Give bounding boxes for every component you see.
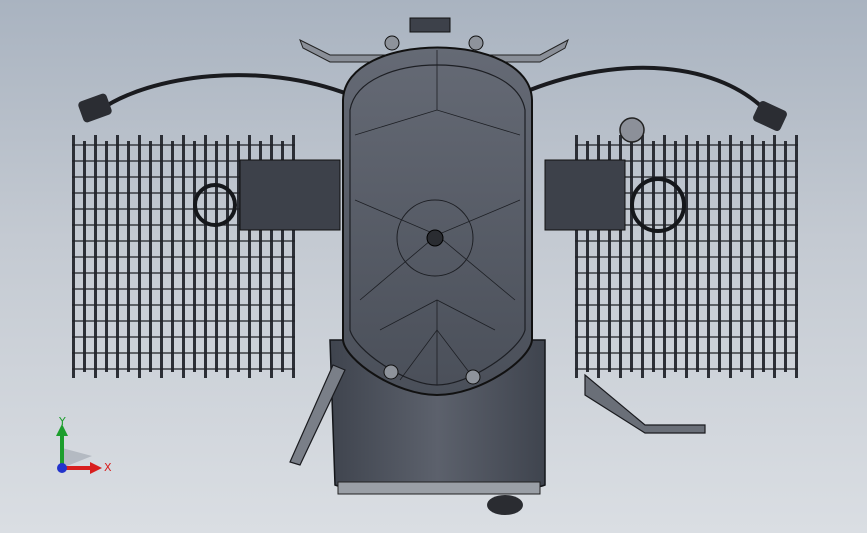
cover-center-bolt <box>426 229 444 247</box>
right-head-block <box>544 159 626 231</box>
3d-viewport[interactable]: Y X <box>0 0 867 533</box>
cover-bolt-2 <box>468 35 484 51</box>
coordinate-triad[interactable]: Y X <box>48 412 118 482</box>
y-axis-label: Y <box>59 415 66 428</box>
oil-drain <box>487 495 523 515</box>
z-axis-dot <box>57 463 67 473</box>
front-timing-cover <box>342 46 533 397</box>
top-cap <box>409 17 451 33</box>
left-head-block <box>239 159 341 231</box>
left-spark-plug-boot <box>78 93 112 123</box>
cover-bolt-1 <box>384 35 400 51</box>
x-axis-label: X <box>104 461 112 474</box>
oil-pan <box>337 481 541 495</box>
engine-model[interactable] <box>0 0 867 533</box>
right-pulley <box>619 117 645 143</box>
right-spark-cable <box>529 65 772 117</box>
left-spark-cable <box>98 73 351 112</box>
right-footrest-bracket <box>584 373 706 434</box>
cover-bolt-4 <box>465 369 481 385</box>
cover-bolt-3 <box>383 364 399 380</box>
